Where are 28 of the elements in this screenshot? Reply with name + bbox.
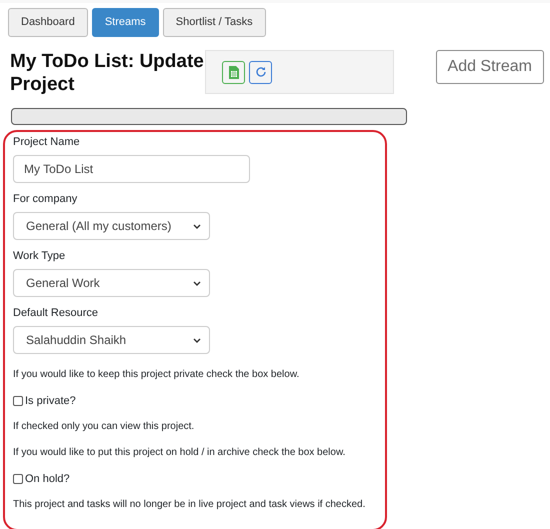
chevron-down-icon (193, 280, 201, 286)
dropdown[interactable]: General Work (13, 269, 210, 297)
refresh-icon (254, 66, 266, 78)
nav-tab[interactable]: Dashboard (8, 8, 88, 37)
help-text: If you would like to keep this project private check the box below. (13, 368, 300, 382)
checkbox[interactable] (13, 396, 23, 406)
checkbox[interactable] (13, 474, 23, 484)
help-text: If checked only you can view this project. (13, 420, 194, 434)
spreadsheet-button[interactable] (222, 60, 245, 84)
spreadsheet-icon (228, 66, 238, 78)
nav-tab[interactable]: Shortlist / Tasks (162, 8, 266, 37)
help-text: If you would like to put this project on hold / in archive check the box below. (13, 446, 346, 460)
chevron-down-icon (193, 224, 201, 228)
dropdown[interactable]: General (All my customers) (13, 212, 210, 240)
field-label: Work Type (13, 249, 66, 263)
checkbox-label: Is private? (25, 394, 76, 408)
checkbox-label: On hold? (25, 472, 70, 486)
text-input[interactable]: My ToDo List (13, 155, 250, 183)
refresh-button[interactable] (249, 60, 272, 84)
dropdown[interactable]: Salahuddin Shaikh (13, 326, 210, 354)
help-text: This project and tasks will no longer be in live project and task views if checked. (13, 498, 366, 512)
page-title: My ToDo List: Update Project (10, 50, 205, 96)
field-label: Default Resource (13, 306, 98, 320)
nav-tab[interactable]: Streams (92, 8, 159, 37)
field-label: For company (13, 192, 78, 206)
chevron-down-icon (193, 338, 201, 342)
add-stream-button[interactable]: Add Stream (436, 50, 544, 84)
field-label: Project Name (13, 135, 80, 149)
